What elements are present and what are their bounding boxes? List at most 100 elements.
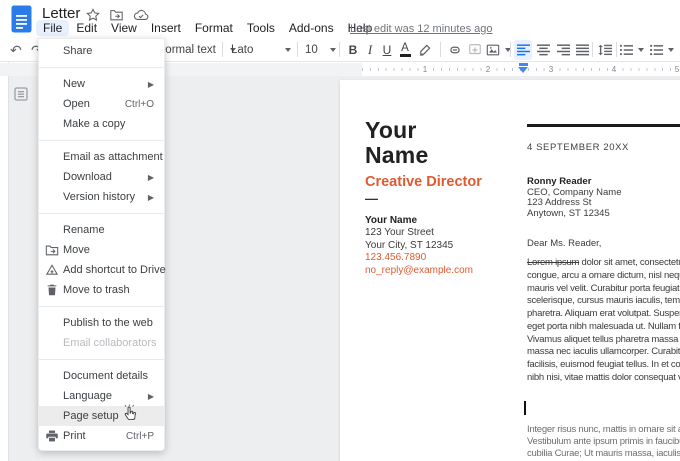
app-header: Letter File Edit View Insert Format Tool… — [0, 0, 680, 38]
align-left-button[interactable] — [514, 40, 532, 60]
bulleted-list-icon — [650, 44, 663, 56]
ruler-number: 5 — [671, 65, 680, 74]
letterhead-dash[interactable]: — — [365, 191, 378, 206]
menu-item-page-setup[interactable]: Page setup — [39, 406, 164, 426]
comment-plus-icon — [468, 43, 482, 57]
menu-item-label: Add shortcut to Drive — [63, 264, 166, 276]
menu-divider — [39, 140, 164, 141]
menu-item-download[interactable]: Download▶ — [39, 167, 164, 187]
image-icon — [486, 43, 500, 57]
document-text-line[interactable]: Vivamus aliquet tellus pharetra massa ru… — [527, 334, 680, 347]
menu-divider — [39, 359, 164, 360]
document-text-line[interactable]: eget porta nibh malesuada ut. Nullam feu… — [527, 321, 680, 334]
insert-link-button[interactable] — [446, 40, 464, 60]
menu-file[interactable]: File — [36, 20, 69, 36]
menu-item-label: Print — [63, 430, 86, 442]
menu-item-email-as-attachment[interactable]: Email as attachment — [39, 147, 164, 167]
menu-format[interactable]: Format — [188, 20, 240, 36]
folder-move-icon — [45, 243, 59, 257]
menu-tools[interactable]: Tools — [240, 20, 282, 36]
menu-divider — [39, 213, 164, 214]
document-text-line[interactable]: massa nec iaculis ullamcorper. Curabitur… — [527, 346, 680, 359]
document-text-line[interactable]: Vestibulum ante ipsum primis in faucibus… — [527, 436, 680, 448]
text-color-button[interactable]: A — [396, 40, 414, 60]
bold-button[interactable]: B — [344, 40, 362, 60]
menu-item-move[interactable]: Move — [39, 240, 164, 260]
document-text-line[interactable]: pharetra. Aliquam erat volutpat. Suspend… — [527, 308, 680, 321]
menu-divider — [39, 67, 164, 68]
menu-item-make-a-copy[interactable]: Make a copy — [39, 114, 164, 134]
indent-marker[interactable] — [518, 63, 528, 75]
chevron-down-icon — [668, 48, 674, 52]
undo-button[interactable]: ↶ — [10, 40, 22, 60]
letterhead-job-title[interactable]: Creative Director — [365, 174, 482, 190]
file-menu-popup: Share New▶OpenCtrl+OMake a copy Email as a… — [38, 38, 165, 451]
document-text-line[interactable]: scelerisque, cursus mauris iaculis, temp… — [527, 295, 680, 308]
document-page[interactable]: Your Name Creative Director — Your Name … — [340, 80, 680, 461]
menu-item-document-details[interactable]: Document details — [39, 366, 164, 386]
font-dropdown[interactable]: Lato — [231, 40, 291, 60]
line-spacing-icon — [598, 44, 612, 56]
letterhead-name[interactable]: Your Name — [365, 118, 428, 168]
letter-date[interactable]: 4 SEPTEMBER 20XX — [527, 142, 629, 153]
google-docs-logo-icon[interactable] — [11, 5, 32, 33]
menu-item-label: Move to trash — [63, 284, 130, 296]
toolbar-divider — [222, 42, 223, 57]
align-left-icon — [517, 44, 530, 56]
menu-item-add-shortcut-to-drive[interactable]: Add shortcut to Drive — [39, 260, 164, 280]
align-right-button[interactable] — [554, 40, 572, 60]
menu-item-email-collaborators: Email collaborators — [39, 333, 164, 353]
menu-item-label: Rename — [63, 224, 105, 236]
menu-item-move-to-trash[interactable]: Move to trash — [39, 280, 164, 300]
menu-item-open[interactable]: OpenCtrl+O — [39, 94, 164, 114]
menu-edit[interactable]: Edit — [69, 20, 104, 36]
document-outline-icon[interactable] — [13, 86, 29, 102]
numbered-list-button[interactable] — [620, 40, 644, 60]
line-spacing-button[interactable] — [596, 40, 614, 60]
ruler-number: 2 — [482, 65, 494, 74]
menu-item-new[interactable]: New▶ — [39, 74, 164, 94]
menu-item-publish-to-the-web[interactable]: Publish to the web — [39, 313, 164, 333]
menu-item-version-history[interactable]: Version history▶ — [39, 187, 164, 207]
menu-item-language[interactable]: Language▶ — [39, 386, 164, 406]
menu-item-share[interactable]: Share — [39, 41, 164, 61]
menu-item-print[interactable]: PrintCtrl+P — [39, 426, 164, 446]
align-center-button[interactable] — [534, 40, 552, 60]
last-edit-link[interactable]: Last edit was 12 minutes ago — [350, 23, 492, 35]
font-size-dropdown[interactable]: 10 — [305, 40, 336, 60]
add-comment-button[interactable] — [466, 40, 484, 60]
salutation[interactable]: Dear Ms. Reader, — [527, 238, 601, 249]
link-icon — [448, 43, 462, 57]
insert-image-button[interactable] — [486, 40, 511, 60]
underline-button[interactable]: U — [378, 40, 396, 60]
submenu-arrow-icon: ▶ — [148, 193, 154, 202]
menu-item-label: Email collaborators — [63, 337, 157, 349]
highlight-color-button[interactable] — [415, 40, 433, 60]
sender-contact-block[interactable]: Your Name 123 Your Street Your City, ST … — [365, 215, 473, 277]
italic-button[interactable]: I — [361, 40, 379, 60]
recipient-block[interactable]: Ronny Reader CEO, Company Name 123 Addre… — [527, 177, 622, 219]
submenu-arrow-icon: ▶ — [148, 173, 154, 182]
body-paragraph-2[interactable]: Integer risus nunc, mattis in ornare sit… — [527, 424, 680, 459]
document-text-line[interactable]: facilisis, euismod feugiat tellus. In et… — [527, 359, 680, 372]
align-justify-button[interactable] — [573, 40, 591, 60]
document-text-line[interactable]: cubilia Curae; Ut mauris massa, iaculis … — [527, 448, 680, 460]
document-text-line[interactable]: mauris vel velit. Curabitur porta feugia… — [527, 283, 680, 296]
body-paragraph-1[interactable]: Lorem ipsum dolor sit amet, consectetur … — [527, 257, 680, 385]
bulleted-list-button[interactable] — [650, 40, 674, 60]
document-text-line[interactable]: nibh nisi, vitae mattis dolor consequat … — [527, 372, 680, 385]
menu-view[interactable]: View — [104, 20, 144, 36]
submenu-arrow-icon: ▶ — [148, 392, 154, 401]
document-text-line[interactable]: Integer risus nunc, mattis in ornare sit… — [527, 424, 680, 436]
menu-addons[interactable]: Add-ons — [282, 20, 341, 36]
document-text-line[interactable]: congue, arcu a ornare dictum, nisl neque… — [527, 270, 680, 283]
chevron-down-icon — [330, 48, 336, 52]
toolbar-divider — [440, 42, 441, 57]
menu-item-label: Email as attachment — [63, 151, 163, 163]
menu-item-rename[interactable]: Rename — [39, 220, 164, 240]
align-center-icon — [537, 44, 550, 56]
styles-dropdown[interactable]: Normal text — [157, 40, 236, 60]
toolbar-divider — [297, 42, 298, 57]
menu-insert[interactable]: Insert — [144, 20, 188, 36]
submenu-arrow-icon: ▶ — [148, 80, 154, 89]
